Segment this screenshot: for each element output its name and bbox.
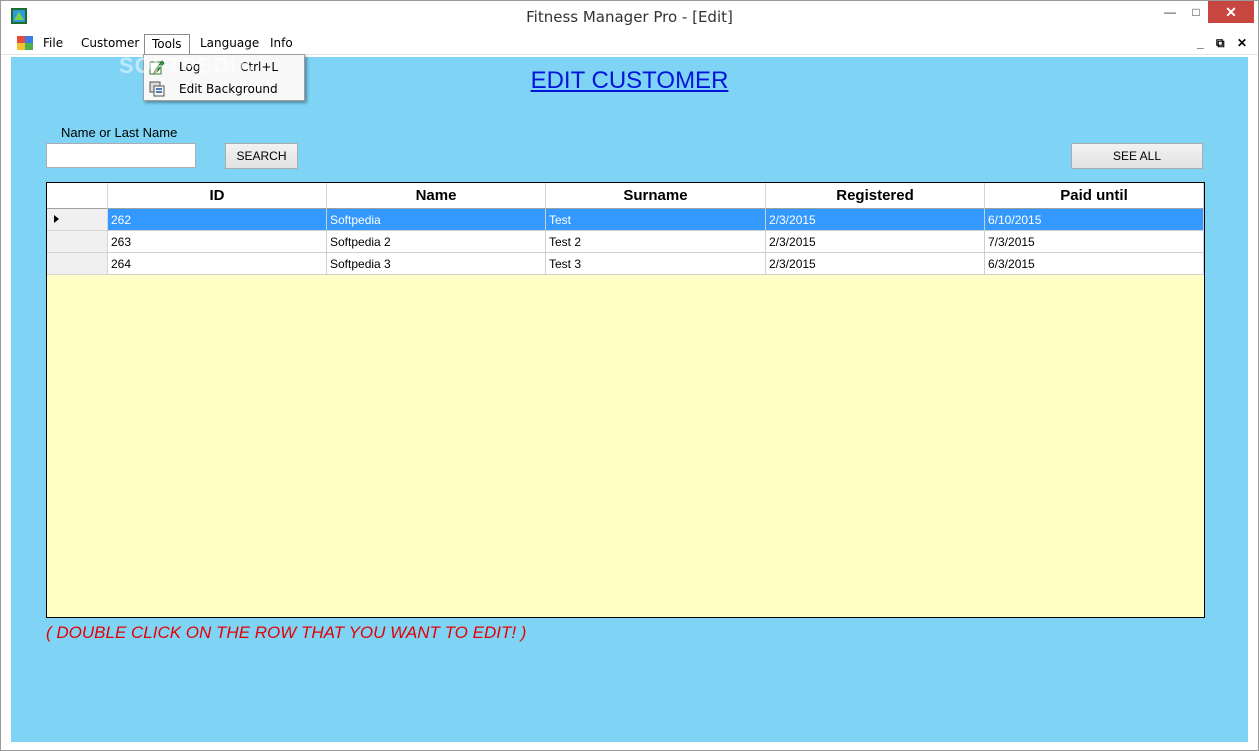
cell-surname[interactable]: Test 3 [546,253,766,275]
menu-info[interactable]: Info [263,34,300,54]
maximize-button[interactable]: □ [1182,1,1210,23]
tools-dropdown: Log Ctrl+L Edit Background [143,54,305,101]
menu-item-edit-background[interactable]: Edit Background [144,78,304,100]
title-bar: Fitness Manager Pro - [Edit] — □ ✕ [1,1,1258,32]
row-header-corner [47,183,108,209]
cell-registered[interactable]: 2/3/2015 [766,209,985,231]
table-row[interactable]: 264 Softpedia 3 Test 3 2/3/2015 6/3/2015 [47,253,1204,275]
menu-bar: File Customer Tools Language Info _ ⧉ ✕ [1,32,1258,55]
cell-id[interactable]: 262 [108,209,327,231]
row-header[interactable] [47,253,108,275]
cell-name[interactable]: Softpedia 2 [327,231,546,253]
edit-hint: ( DOUBLE CLICK ON THE ROW THAT YOU WANT … [46,623,527,642]
edit-background-label: Edit Background [179,82,278,96]
mdi-minimize-button[interactable]: _ [1197,36,1204,50]
cell-paid-until[interactable]: 6/3/2015 [985,253,1204,275]
menu-item-log[interactable]: Log Ctrl+L [144,56,304,78]
mdi-child-icon[interactable] [17,36,33,50]
mdi-close-button[interactable]: ✕ [1237,36,1247,50]
cell-registered[interactable]: 2/3/2015 [766,253,985,275]
menu-customer[interactable]: Customer [74,34,146,54]
search-input[interactable] [46,143,196,168]
cell-registered[interactable]: 2/3/2015 [766,231,985,253]
row-header[interactable] [47,231,108,253]
menu-tools[interactable]: Tools [144,34,190,54]
table-row[interactable]: 262 Softpedia Test 2/3/2015 6/10/2015 [47,209,1204,231]
cell-name[interactable]: Softpedia 3 [327,253,546,275]
cell-id[interactable]: 263 [108,231,327,253]
column-header-id[interactable]: ID [108,183,327,209]
pencil-edit-icon [149,60,165,75]
app-window: Fitness Manager Pro - [Edit] — □ ✕ File … [0,0,1259,751]
search-button[interactable]: SEARCH [225,143,298,169]
column-header-registered[interactable]: Registered [766,183,985,209]
table-row[interactable]: 263 Softpedia 2 Test 2 2/3/2015 7/3/2015 [47,231,1204,253]
cell-surname[interactable]: Test [546,209,766,231]
log-label: Log [179,60,201,74]
cell-name[interactable]: Softpedia [327,209,546,231]
cell-paid-until[interactable]: 7/3/2015 [985,231,1204,253]
cell-paid-until[interactable]: 6/10/2015 [985,209,1204,231]
edit-customer-panel: EDIT CUSTOMER Name or Last Name SEARCH S… [11,57,1248,742]
customers-grid[interactable]: ID Name Surname Registered Paid until 26… [46,182,1205,618]
current-row-arrow-icon [54,215,59,223]
see-all-button[interactable]: SEE ALL [1071,143,1203,169]
search-label: Name or Last Name [61,125,178,140]
column-header-name[interactable]: Name [327,183,546,209]
cell-id[interactable]: 264 [108,253,327,275]
window-title: Fitness Manager Pro - [Edit] [526,8,733,26]
menu-language[interactable]: Language [193,34,266,54]
grid-header: ID Name Surname Registered Paid until [47,183,1204,209]
column-header-paid-until[interactable]: Paid until [985,183,1204,209]
row-header[interactable] [47,209,108,231]
menu-file[interactable]: File [36,34,70,54]
mdi-restore-button[interactable]: ⧉ [1216,36,1225,51]
log-shortcut: Ctrl+L [240,60,279,74]
close-button[interactable]: ✕ [1208,1,1254,23]
minimize-button[interactable]: — [1156,1,1184,23]
cell-surname[interactable]: Test 2 [546,231,766,253]
background-icon [149,81,165,97]
column-header-surname[interactable]: Surname [546,183,766,209]
